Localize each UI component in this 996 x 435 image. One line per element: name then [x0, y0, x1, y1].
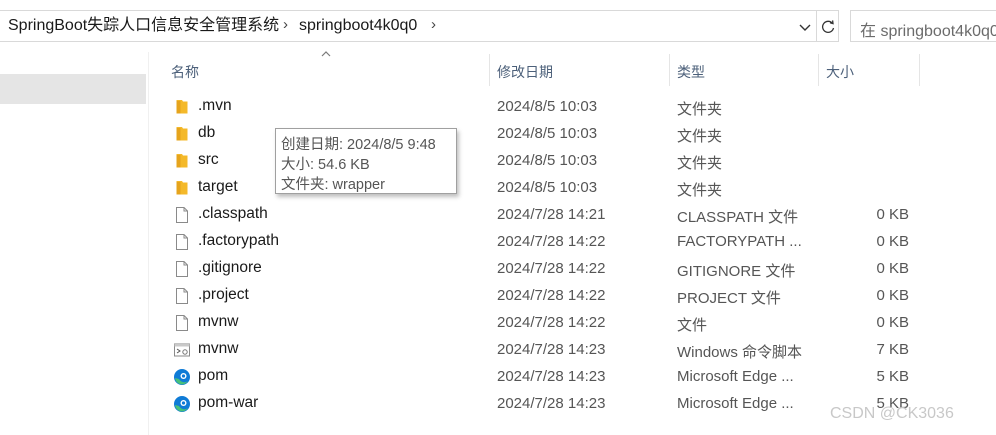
- tooltip-created: 创建日期: 2024/8/5 9:48: [281, 137, 436, 153]
- file-date: 2024/8/5 10:03: [497, 179, 598, 196]
- tooltip-size: 大小: 54.6 KB: [281, 157, 370, 173]
- file-type: Microsoft Edge ...: [677, 395, 794, 412]
- file-type: FACTORYPATH ...: [677, 233, 802, 250]
- file-type: Microsoft Edge ...: [677, 368, 794, 385]
- file-row[interactable]: .factorypath 2024/7/28 14:22 FACTORYPATH .…: [163, 228, 923, 255]
- file-row[interactable]: pom-war 2024/7/28 14:23 Microsoft Edge ...…: [163, 390, 923, 417]
- file-name[interactable]: db: [198, 124, 215, 142]
- search-input[interactable]: 在 springboot4k0q0: [850, 10, 996, 42]
- file-date: 2024/7/28 14:22: [497, 233, 606, 250]
- file-row[interactable]: mvnw 2024/7/28 14:23 Windows 命令脚本 7 KB: [163, 336, 923, 363]
- file-size: 0 KB: [876, 314, 909, 331]
- file-icon: [173, 260, 191, 278]
- tooltip-folder: 文件夹: wrapper: [281, 177, 385, 193]
- file-type: 文件: [677, 317, 708, 334]
- address-bar[interactable]: SpringBoot失踪人口信息安全管理系统 › springboot4k0q0…: [0, 10, 817, 42]
- file-type: CLASSPATH 文件: [677, 209, 799, 226]
- column-header-name[interactable]: 名称: [163, 54, 489, 86]
- folder-icon: [173, 98, 191, 116]
- file-date: 2024/8/5 10:03: [497, 152, 598, 169]
- file-size: 0 KB: [876, 206, 909, 223]
- file-date: 2024/7/28 14:23: [497, 341, 606, 358]
- file-name[interactable]: target: [198, 178, 238, 196]
- column-header-name-label: 名称: [171, 64, 199, 80]
- file-date: 2024/7/28 14:23: [497, 395, 606, 412]
- file-size: 0 KB: [876, 287, 909, 304]
- breadcrumb-chevron-icon[interactable]: ›: [283, 16, 288, 33]
- refresh-button[interactable]: [817, 10, 839, 42]
- file-size: 0 KB: [876, 233, 909, 250]
- file-icon: [173, 206, 191, 224]
- refresh-icon: [822, 20, 835, 33]
- file-name[interactable]: .factorypath: [198, 232, 279, 250]
- file-name[interactable]: .mvn: [198, 97, 232, 115]
- column-header-type-label: 类型: [677, 64, 705, 80]
- file-name[interactable]: mvnw: [198, 340, 238, 358]
- folder-icon: [173, 125, 191, 143]
- file-name[interactable]: pom: [198, 367, 228, 385]
- file-row[interactable]: pom 2024/7/28 14:23 Microsoft Edge ... 5 KB: [163, 363, 923, 390]
- search-placeholder: 在 springboot4k0q0: [860, 23, 996, 40]
- file-name[interactable]: src: [198, 151, 219, 169]
- file-icon: [173, 233, 191, 251]
- file-date: 2024/7/28 14:22: [497, 287, 606, 304]
- column-header-size-label: 大小: [826, 64, 854, 80]
- file-size: 0 KB: [876, 260, 909, 277]
- folder-icon: [173, 152, 191, 170]
- file-size: 7 KB: [876, 341, 909, 358]
- address-bar-row: SpringBoot失踪人口信息安全管理系统 › springboot4k0q0…: [0, 0, 996, 52]
- column-header-date[interactable]: 修改日期: [489, 54, 669, 86]
- column-header-size[interactable]: 大小: [818, 54, 919, 86]
- watermark: CSDN @CK3036: [830, 405, 954, 422]
- file-date: 2024/7/28 14:22: [497, 260, 606, 277]
- file-date: 2024/8/5 10:03: [497, 98, 598, 115]
- file-row[interactable]: .classpath 2024/7/28 14:21 CLASSPATH 文件 0 K…: [163, 201, 923, 228]
- file-date: 2024/7/28 14:23: [497, 368, 606, 385]
- folder-tooltip: 创建日期: 2024/8/5 9:48 大小: 54.6 KB 文件夹: wra…: [275, 128, 457, 194]
- chevron-down-icon[interactable]: [797, 19, 813, 35]
- file-type: 文件夹: [677, 155, 723, 172]
- file-name[interactable]: .project: [198, 286, 249, 304]
- file-size: 5 KB: [876, 368, 909, 385]
- file-name[interactable]: mvnw: [198, 313, 238, 331]
- file-icon: [173, 287, 191, 305]
- file-name[interactable]: .classpath: [198, 205, 268, 223]
- file-row[interactable]: .gitignore 2024/7/28 14:22 GITIGNORE 文件 0 K…: [163, 255, 923, 282]
- navigation-pane: [0, 52, 149, 435]
- cmd-file-icon: [173, 341, 191, 359]
- file-type: GITIGNORE 文件: [677, 263, 796, 280]
- nav-item-selected[interactable]: [0, 74, 146, 104]
- file-icon: [173, 314, 191, 332]
- breadcrumb-project[interactable]: SpringBoot失踪人口信息安全管理系统: [8, 16, 279, 36]
- file-name[interactable]: pom-war: [198, 394, 258, 412]
- file-row[interactable]: mvnw 2024/7/28 14:22 文件 0 KB: [163, 309, 923, 336]
- folder-icon: [173, 179, 191, 197]
- edge-icon: [173, 395, 191, 413]
- column-header-type[interactable]: 类型: [669, 54, 818, 86]
- file-date: 2024/7/28 14:21: [497, 206, 606, 223]
- file-date: 2024/7/28 14:22: [497, 314, 606, 331]
- breadcrumb-chevron-icon[interactable]: ›: [431, 16, 436, 33]
- file-name[interactable]: .gitignore: [198, 259, 262, 277]
- breadcrumb-folder[interactable]: springboot4k0q0: [299, 16, 417, 36]
- file-type: 文件夹: [677, 101, 723, 118]
- file-row[interactable]: .project 2024/7/28 14:22 PROJECT 文件 0 KB: [163, 282, 923, 309]
- column-divider[interactable]: [919, 54, 920, 86]
- file-date: 2024/8/5 10:03: [497, 125, 598, 142]
- file-type: 文件夹: [677, 128, 723, 145]
- file-type: 文件夹: [677, 182, 723, 199]
- edge-icon: [173, 368, 191, 386]
- column-header-date-label: 修改日期: [497, 64, 553, 80]
- file-row[interactable]: .mvn 2024/8/5 10:03 文件夹: [163, 93, 923, 120]
- file-type: Windows 命令脚本: [677, 344, 803, 361]
- file-type: PROJECT 文件: [677, 290, 781, 307]
